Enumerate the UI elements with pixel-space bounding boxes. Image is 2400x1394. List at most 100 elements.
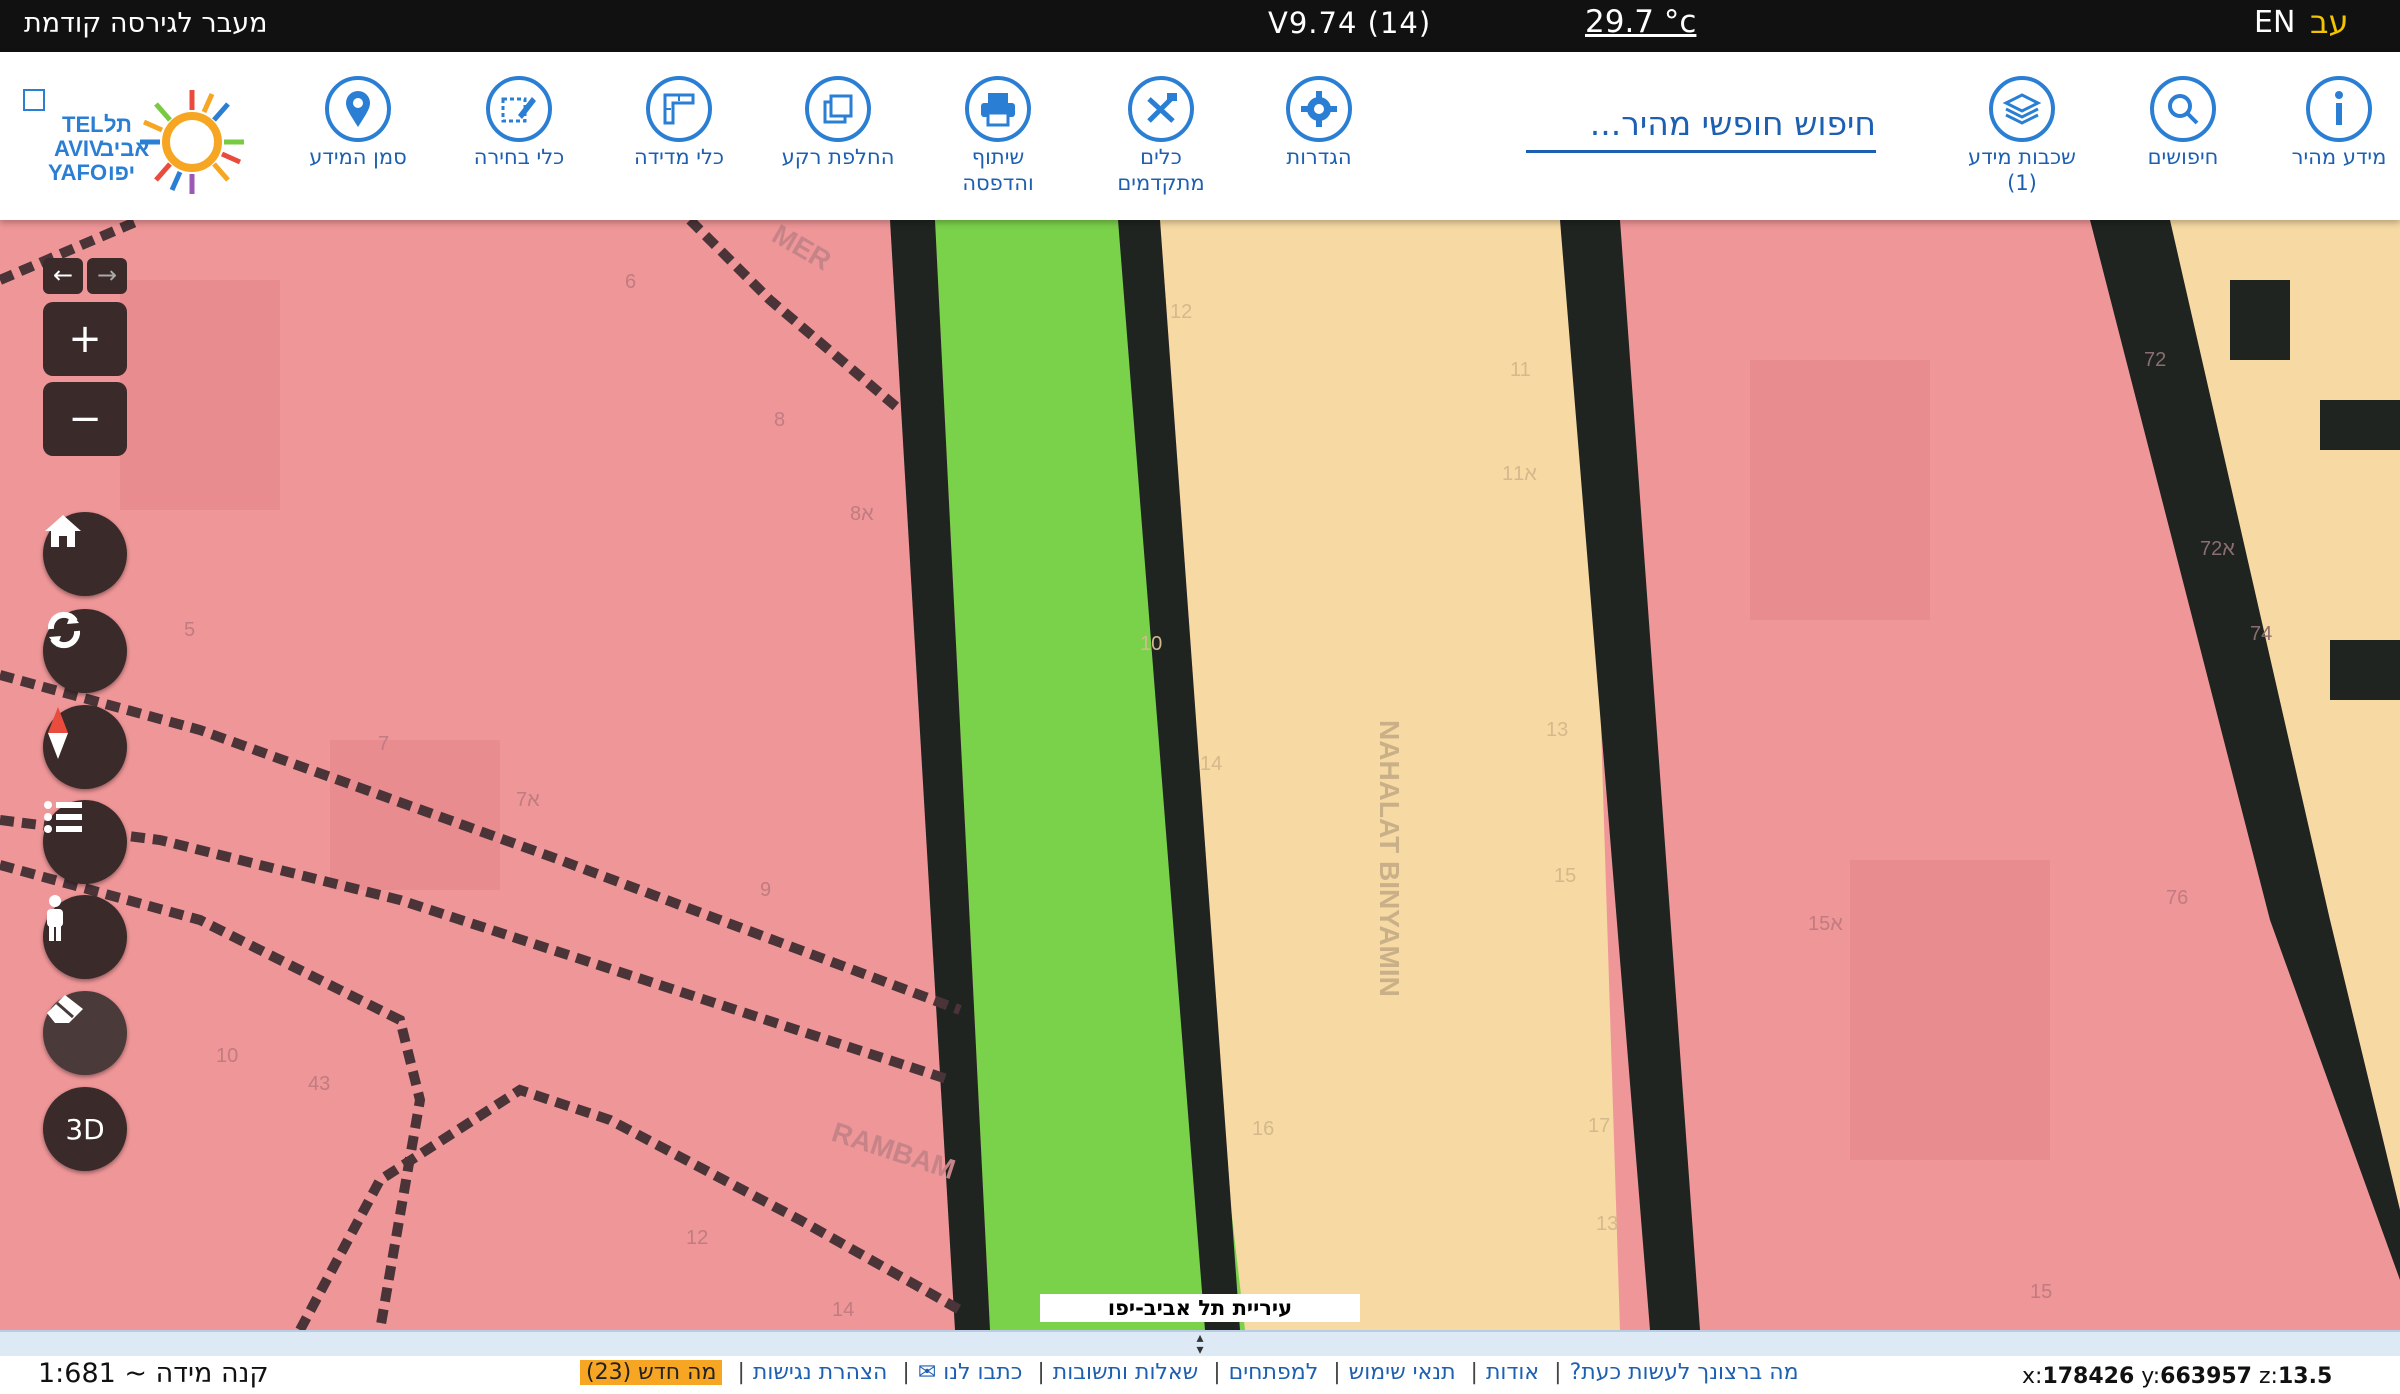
zoom-out-button[interactable]: − xyxy=(43,382,127,456)
svg-text:5: 5 xyxy=(184,619,195,641)
street-label-nahalat-binyamin: NAHALAT BINYAMIN xyxy=(1374,720,1405,997)
tools-icon xyxy=(1128,76,1194,142)
basemap-label: החלפת רקע xyxy=(781,145,895,169)
svg-text:74: 74 xyxy=(2250,623,2272,645)
svg-text:12: 12 xyxy=(686,1227,708,1249)
language-hebrew[interactable]: עב xyxy=(2310,3,2349,41)
compass-icon xyxy=(48,707,68,759)
svg-text:76: 76 xyxy=(2166,887,2188,909)
quick-info-button[interactable]: מידע מהיר xyxy=(2254,76,2400,170)
settings-button[interactable]: הגדרות xyxy=(1234,76,1404,170)
measure-button[interactable]: כלי מדידה xyxy=(594,76,764,170)
info-icon xyxy=(2306,76,2372,142)
eraser-button[interactable] xyxy=(43,991,127,1075)
selection-label: כלי בחירה xyxy=(473,145,565,169)
svg-text:8: 8 xyxy=(774,409,785,431)
y-label: y: xyxy=(2141,1364,2161,1389)
link-whats-new[interactable]: מה חדש (23) xyxy=(580,1360,723,1385)
svg-text:תל: תל xyxy=(104,112,132,137)
refresh-button[interactable] xyxy=(43,609,127,693)
svg-text:יפו: יפו xyxy=(108,160,135,185)
info-marker-button[interactable]: סמן המידע xyxy=(273,76,443,170)
searches-button[interactable]: חיפושים xyxy=(2098,76,2268,170)
share-print-label: שיתוף והדפסה xyxy=(962,145,1034,195)
coordinates-readout: x:178426 y:663957 z:13.5 xyxy=(2022,1364,2332,1389)
gear-icon xyxy=(1286,76,1352,142)
status-bar: קנה מידה ~ 1:681 מה ברצונך לעשות כעת?| א… xyxy=(0,1356,2400,1394)
svg-text:15: 15 xyxy=(1554,865,1576,887)
zoom-in-button[interactable]: + xyxy=(43,302,127,376)
street-view-button[interactable] xyxy=(43,895,127,979)
printer-icon xyxy=(965,76,1031,142)
svg-text:10: 10 xyxy=(216,1045,238,1067)
top-bar: מעבר לגירסה קודמת V9.74 (14) 29.7 °c EN … xyxy=(0,0,2400,52)
version-label: V9.74 (14) xyxy=(1268,6,1432,40)
link-contact[interactable]: כתבו לנו ✉ xyxy=(918,1360,1023,1385)
svg-text:8א: 8א xyxy=(850,503,874,525)
svg-text:16: 16 xyxy=(1252,1118,1274,1140)
selection-button[interactable]: כלי בחירה xyxy=(434,76,604,170)
svg-text:72: 72 xyxy=(2144,349,2166,371)
svg-text:13: 13 xyxy=(1596,1213,1618,1235)
link-about[interactable]: אודות xyxy=(1486,1360,1539,1385)
svg-text:15א: 15א xyxy=(1808,913,1843,935)
quick-search-input[interactable]: חיפוש חופשי מהיר... xyxy=(1526,102,1876,153)
svg-text:7: 7 xyxy=(378,733,389,755)
tel-aviv-logo[interactable]: TEL AVIV YAFO תל אביב יפו xyxy=(22,74,252,202)
list-icon xyxy=(44,801,82,833)
quick-info-label: מידע מהיר xyxy=(2291,145,2387,169)
previous-version-link[interactable]: מעבר לגירסה קודמת xyxy=(24,8,268,39)
svg-text:AVIV: AVIV xyxy=(54,136,104,161)
weather-temperature[interactable]: 29.7 °c xyxy=(1585,4,1696,40)
basemap-button[interactable]: החלפת רקע xyxy=(753,76,923,170)
advanced-tools-label: כלים מתקדמים xyxy=(1117,145,1205,195)
three-d-button[interactable]: 3D xyxy=(43,1087,127,1171)
svg-text:11א: 11א xyxy=(1502,463,1537,485)
refresh-icon xyxy=(47,611,81,649)
x-value: 178426 xyxy=(2042,1364,2135,1389)
z-label: z: xyxy=(2259,1364,2278,1389)
advanced-tools-button[interactable]: כלים מתקדמים xyxy=(1076,76,1246,196)
layers-label: שכבות מידע (1) xyxy=(1968,145,2076,195)
svg-text:12: 12 xyxy=(1170,301,1192,323)
svg-text:43: 43 xyxy=(308,1073,330,1095)
svg-text:7א: 7א xyxy=(516,789,540,811)
layers-icon xyxy=(1989,76,2055,142)
main-toolbar: מידע מהיר חיפושים שכבות מידע (1) חיפוש ח… xyxy=(0,52,2400,220)
link-accessibility[interactable]: הצהרת נגישות xyxy=(753,1360,888,1385)
language-english[interactable]: EN xyxy=(2254,5,2295,40)
minus-icon: − xyxy=(68,396,102,442)
drag-handle-icon[interactable]: ▴ ▾ xyxy=(1190,1331,1210,1357)
arrow-right-icon[interactable]: → xyxy=(87,258,127,294)
home-button[interactable] xyxy=(43,512,127,596)
home-icon xyxy=(45,515,81,547)
z-value: 13.5 xyxy=(2277,1364,2333,1389)
link-developers[interactable]: למפתחים xyxy=(1229,1360,1319,1385)
selection-icon xyxy=(486,76,552,142)
svg-text:9: 9 xyxy=(760,879,771,901)
map-pin-icon xyxy=(325,76,391,142)
ruler-icon xyxy=(646,76,712,142)
history-nav: ← → xyxy=(43,258,131,294)
compass-button[interactable] xyxy=(43,705,127,789)
svg-text:72א: 72א xyxy=(2200,538,2235,560)
measure-label: כלי מדידה xyxy=(633,145,725,169)
svg-text:6: 6 xyxy=(625,271,636,293)
link-terms[interactable]: תנאי שימוש xyxy=(1349,1360,1456,1385)
share-print-button[interactable]: שיתוף והדפסה xyxy=(913,76,1083,196)
layers-button[interactable]: שכבות מידע (1) xyxy=(1937,76,2107,196)
zoning-map: RAMBAM NAHALAT BINYAMIN MER 688א 577א 91… xyxy=(0,220,2400,1330)
panel-splitter[interactable]: ▴ ▾ xyxy=(0,1330,2400,1358)
svg-text:14: 14 xyxy=(832,1299,854,1321)
scale-readout: קנה מידה ~ 1:681 xyxy=(38,1358,269,1389)
plus-icon: + xyxy=(68,316,102,362)
legend-button[interactable] xyxy=(43,800,127,884)
svg-text:11: 11 xyxy=(1510,359,1531,381)
x-label: x: xyxy=(2022,1364,2043,1389)
link-wish[interactable]: מה ברצונך לעשות כעת? xyxy=(1570,1360,1799,1385)
arrow-left-icon[interactable]: ← xyxy=(43,258,83,294)
footer-links: מה ברצונך לעשות כעת?| אודות| תנאי שימוש|… xyxy=(580,1360,1799,1385)
map-canvas[interactable]: RAMBAM NAHALAT BINYAMIN MER 6 8 8א 5 7 7א 91… xyxy=(0,220,2400,1330)
map-credit: עיריית תל אביב-יפו xyxy=(1040,1294,1360,1322)
link-faq[interactable]: שאלות ותשובות xyxy=(1053,1360,1198,1385)
